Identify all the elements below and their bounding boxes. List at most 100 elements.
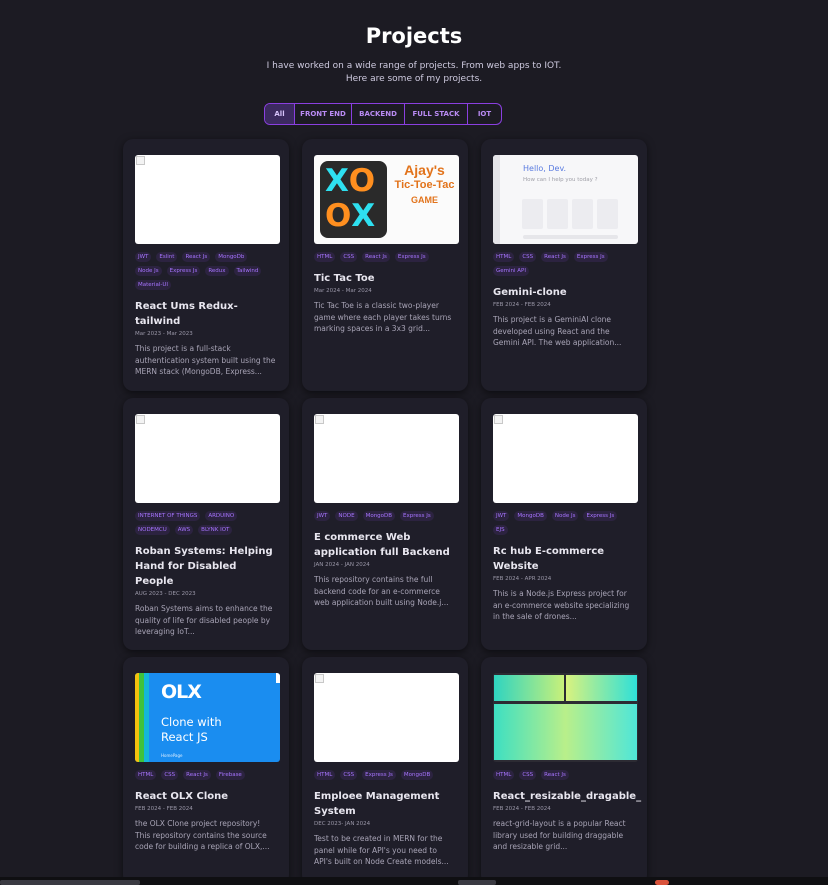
tag-list: HTML CSS React Js Express Js Gemini API — [493, 252, 635, 276]
project-date: FEB 2024 - FEB 2024 — [493, 806, 551, 812]
tag-list: HTML CSS Express Js MongoDB — [314, 770, 456, 780]
tag-list: JWT MongoDB Node Js Express Js EJS — [493, 511, 635, 535]
project-description: Roban Systems aims to enhance the qualit… — [135, 604, 273, 636]
tag: React Js — [182, 252, 211, 262]
gemini-prompt: How can I help you today ? — [523, 177, 598, 183]
project-card[interactable]: JWT NODE MongoDB Express Js E commerce W… — [302, 398, 468, 650]
project-card[interactable]: HTML CSS Express Js MongoDB Emploee Mana… — [302, 657, 468, 885]
tag: CSS — [519, 770, 537, 780]
suggestion-card — [522, 199, 543, 229]
banner-line-1: Clone with — [161, 715, 222, 729]
project-card[interactable]: HTML CSS React Js React_resizable_dragab… — [481, 657, 647, 885]
project-image — [135, 155, 280, 244]
project-image — [314, 414, 459, 503]
project-description: the OLX Clone project repository! This r… — [135, 819, 270, 851]
filter-full-stack-button[interactable]: FULL STACK — [405, 104, 468, 124]
tic-tac-toe-logo: XO OX — [320, 161, 387, 238]
tag-list: JWT NODE MongoDB Express Js — [314, 511, 456, 521]
project-description: Tic Tac Toe is a classic two-player game… — [314, 301, 452, 333]
tag: React Js — [541, 252, 569, 262]
tag: Redux — [205, 266, 229, 276]
project-title: Rc hub E-commerce Website — [493, 546, 605, 572]
project-description: This repository contains the full backen… — [314, 575, 449, 607]
project-title: Gemini-clone — [493, 287, 567, 298]
tag: HTML — [314, 770, 336, 780]
project-card[interactable]: XO OX Ajay's Tic-Toe-Tac GAME HTML CSS R… — [302, 139, 468, 391]
filter-backend-button[interactable]: BACKEND — [352, 104, 405, 124]
project-description: Test to be created in MERN for the panel… — [314, 834, 449, 866]
page-description: I have worked on a wide range of project… — [0, 60, 828, 86]
gemini-greeting: Hello, Dev. — [523, 164, 567, 173]
prompt-input-bar — [523, 235, 618, 239]
project-image — [493, 673, 638, 762]
tag: Node Js — [135, 266, 162, 276]
broken-image-icon — [136, 156, 145, 165]
project-image — [135, 414, 280, 503]
project-title: E commerce Web application full Backend — [314, 532, 450, 558]
filter-front-end-button[interactable]: FRONT END — [295, 104, 352, 124]
suggestion-card — [572, 199, 593, 229]
tag: JWT — [314, 511, 331, 521]
taskbar-item[interactable] — [0, 880, 140, 885]
broken-image-icon — [136, 415, 145, 424]
description-line-2: Here are some of my projects. — [345, 74, 483, 84]
project-title: Tic Tac Toe — [314, 273, 375, 284]
grid-item — [494, 675, 564, 701]
tag: Eslint — [156, 252, 178, 262]
project-description: react-grid-layout is a popular React lib… — [493, 819, 626, 851]
game-title-line-3: GAME — [411, 195, 438, 205]
tag: Express Js — [583, 511, 618, 521]
tag: React Js — [541, 770, 569, 780]
tag-list: HTML CSS React Js Express Js — [314, 252, 456, 262]
project-card[interactable]: INTERNET OF THINGS ARDUINO NODEMCU AWS B… — [123, 398, 289, 650]
project-card[interactable]: Hello, Dev. How can I help you today ? H… — [481, 139, 647, 391]
tag: HTML — [493, 252, 515, 262]
filter-iot-button[interactable]: IOT — [468, 104, 501, 124]
project-card[interactable]: JWT Eslint React Js MongoDb Node Js Expr… — [123, 139, 289, 391]
grid-item — [494, 704, 637, 760]
project-date: FEB 2024 - FEB 2024 — [493, 302, 551, 308]
project-title: Emploee Management System — [314, 791, 440, 817]
tag: Express Js — [400, 511, 434, 521]
game-title-line-1: Ajay's — [404, 162, 445, 178]
broken-image-icon — [494, 415, 503, 424]
project-image — [493, 414, 638, 503]
suggestion-card — [597, 199, 618, 229]
project-image: XO OX Ajay's Tic-Toe-Tac GAME — [314, 155, 459, 244]
record-icon[interactable] — [655, 880, 669, 885]
project-card[interactable]: OLX Clone with React JS HomePage HTML CS… — [123, 657, 289, 885]
tag: ARDUINO — [205, 511, 238, 521]
project-title: React_resizable_dragable_ — [493, 791, 642, 802]
tag: Node Js — [551, 511, 579, 521]
tag: HTML — [135, 770, 157, 780]
tag-list: INTERNET OF THINGS ARDUINO NODEMCU AWS B… — [135, 511, 277, 535]
game-title-line-2: Tic-Toe-Tac — [394, 179, 455, 191]
tag: CSS — [519, 252, 537, 262]
project-title: Roban Systems: Helping Hand for Disabled… — [135, 546, 273, 587]
stripe — [144, 673, 149, 762]
project-image — [314, 673, 459, 762]
olx-logo: OLX — [161, 681, 202, 703]
project-description: This is a Node.js Express project for an… — [493, 589, 630, 621]
project-image: Hello, Dev. How can I help you today ? — [493, 155, 638, 244]
filter-all-button[interactable]: All — [265, 104, 295, 124]
tag: Tailwind — [233, 266, 262, 276]
taskbar-item[interactable] — [458, 880, 496, 885]
project-date: Mar 2023 - Mar 2023 — [135, 331, 193, 337]
project-title: React OLX Clone — [135, 791, 229, 802]
project-card[interactable]: JWT MongoDB Node Js Express Js EJS Rc hu… — [481, 398, 647, 650]
project-image: OLX Clone with React JS HomePage — [135, 673, 280, 762]
tag: MongoDB — [514, 511, 547, 521]
tag-list: HTML CSS React Js — [493, 770, 635, 780]
tag: JWT — [493, 511, 510, 521]
project-title: React Ums Redux-tailwind — [135, 301, 238, 327]
tag: JWT — [135, 252, 152, 262]
tag: MongoDb — [215, 252, 248, 262]
tag: Express Js — [362, 770, 396, 780]
tag: MongoDB — [400, 770, 434, 780]
project-date: AUG 2023 - DEC 2023 — [135, 591, 196, 597]
tag: MongoDB — [362, 511, 396, 521]
banner-footer: HomePage — [161, 753, 183, 758]
project-date: FEB 2024 - FEB 2024 — [135, 806, 193, 812]
corner-mark — [276, 673, 280, 683]
